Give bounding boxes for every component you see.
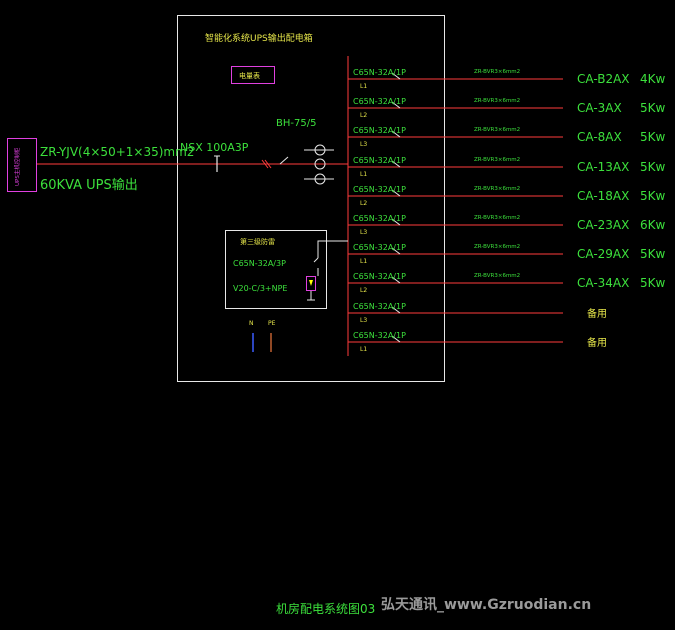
- circuit-row: C65N-32A/1P L1 ZR-BVR3×6mm2 CA-B2AX 4Kw: [348, 68, 666, 90]
- circuit-cable-label: ZR-BVR3×6mm2: [474, 98, 520, 104]
- circuit-load-label: CA-18AX: [577, 189, 629, 203]
- circuit-load-label: CA-29AX: [577, 247, 629, 261]
- circuit-power-label: 5Kw: [640, 101, 666, 115]
- circuit-phase-label: L3: [360, 317, 367, 324]
- circuit-row: C65N-32A/1P L1 备用: [348, 331, 607, 353]
- circuit-load-label: 备用: [587, 336, 607, 349]
- circuit-cable-label: ZR-BVR3×6mm2: [474, 69, 520, 75]
- meter-model-label: BH-75/5: [276, 118, 316, 129]
- circuit-row: C65N-32A/1P L3 ZR-BVR3×6mm2 CA-23AX 6Kw: [348, 214, 666, 236]
- circuit-breaker-label: C65N-32A/1P: [353, 126, 406, 135]
- ups-box: [7, 138, 37, 192]
- spd-breaker-label: C65N-32A/3P: [233, 259, 286, 268]
- circuit-cable-label: ZR-BVR3×6mm2: [474, 215, 520, 221]
- circuit-breaker-label: C65N-32A/1P: [353, 243, 406, 252]
- n-label: N: [249, 320, 254, 327]
- circuit-phase-label: L3: [360, 141, 367, 148]
- pe-label: PE: [268, 320, 276, 327]
- circuit-phase-label: L3: [360, 229, 367, 236]
- circuit-load-label: CA-34AX: [577, 276, 629, 290]
- circuit-row: C65N-32A/1P L1 ZR-BVR3×6mm2 CA-29AX 5Kw: [348, 243, 666, 265]
- circuit-breaker-label: C65N-32A/1P: [353, 97, 406, 106]
- circuit-phase-label: L2: [360, 112, 367, 119]
- circuit-phase-label: L1: [360, 171, 367, 178]
- circuit-load-label: CA-13AX: [577, 160, 629, 174]
- circuit-row: C65N-32A/1P L2 ZR-BVR3×6mm2 CA-34AX 5Kw: [348, 272, 666, 294]
- circuit-row: C65N-32A/1P L3 备用: [348, 302, 607, 324]
- circuit-breaker-label: C65N-32A/1P: [353, 272, 406, 281]
- circuit-power-label: 5Kw: [640, 130, 666, 144]
- watermark: 弘天通讯_www.Gzruodian.cn: [381, 597, 591, 613]
- circuit-phase-label: L1: [360, 258, 367, 265]
- circuit-cable-label: ZR-BVR3×6mm2: [474, 127, 520, 133]
- circuit-breaker-label: C65N-32A/1P: [353, 331, 406, 340]
- circuit-power-label: 5Kw: [640, 247, 666, 261]
- drawing-title: 机房配电系统图03: [276, 601, 375, 616]
- spd-feed-line: [317, 240, 348, 258]
- circuit-power-label: 5Kw: [640, 160, 666, 174]
- panel-title: 智能化系统UPS输出配电箱: [205, 32, 313, 44]
- circuit-load-label: 备用: [587, 307, 607, 320]
- circuit-load-label: CA-8AX: [577, 130, 622, 144]
- circuit-phase-label: L2: [360, 200, 367, 207]
- ups-output-label: 60KVA UPS输出: [40, 177, 138, 193]
- schematic-canvas: 智能化系统UPS输出配电箱 电量表 UPS主机控制柜 ZR-YJV(4×50+1…: [7, 15, 666, 616]
- circuit-load-label: CA-3AX: [577, 101, 622, 115]
- circuit-row: C65N-32A/1P L2 ZR-BVR3×6mm2 CA-18AX 5Kw: [348, 185, 666, 207]
- circuit-phase-label: L2: [360, 287, 367, 294]
- circuit-power-label: 5Kw: [640, 189, 666, 203]
- circuit-load-label: CA-23AX: [577, 218, 629, 232]
- circuit-cable-label: ZR-BVR3×6mm2: [474, 186, 520, 192]
- branch-circuits: C65N-32A/1PL1ZR-BVR3×6mm2 CA-B2AX 4KwC65N-…: [348, 68, 666, 353]
- input-cable-label: ZR-YJV(4×50+1×35)mm2: [40, 145, 194, 159]
- circuit-breaker-label: C65N-32A/1P: [353, 185, 406, 194]
- circuit-cable-label: ZR-BVR3×6mm2: [474, 273, 520, 279]
- circuit-cable-label: ZR-BVR3×6mm2: [474, 244, 520, 250]
- circuit-breaker-label: C65N-32A/1P: [353, 302, 406, 311]
- circuit-row: C65N-32A/1P L2 ZR-BVR3×6mm2 CA-3AX 5Kw: [348, 97, 666, 119]
- circuit-power-label: 5Kw: [640, 276, 666, 290]
- spd-title: 第三级防雷: [240, 237, 275, 246]
- circuit-breaker-label: C65N-32A/1P: [353, 214, 406, 223]
- circuit-row: C65N-32A/1P L3 ZR-BVR3×6mm2 CA-8AX 5Kw: [348, 126, 666, 148]
- ups-label: UPS主机控制柜: [13, 147, 21, 186]
- circuit-power-label: 6Kw: [640, 218, 666, 232]
- circuit-phase-label: L1: [360, 346, 367, 353]
- circuit-load-label: CA-B2AX: [577, 72, 630, 86]
- circuit-breaker-label: C65N-32A/1P: [353, 156, 406, 165]
- circuit-power-label: 4Kw: [640, 72, 666, 86]
- circuit-phase-label: L1: [360, 83, 367, 90]
- spd-model-label: V20-C/3+NPE: [233, 284, 287, 293]
- circuit-breaker-label: C65N-32A/1P: [353, 68, 406, 77]
- meter-label: 电量表: [239, 71, 260, 80]
- circuit-cable-label: ZR-BVR3×6mm2: [474, 157, 520, 163]
- main-switch-label: NSX 100A3P: [180, 141, 249, 154]
- circuit-row: C65N-32A/1P L1 ZR-BVR3×6mm2 CA-13AX 5Kw: [348, 156, 666, 178]
